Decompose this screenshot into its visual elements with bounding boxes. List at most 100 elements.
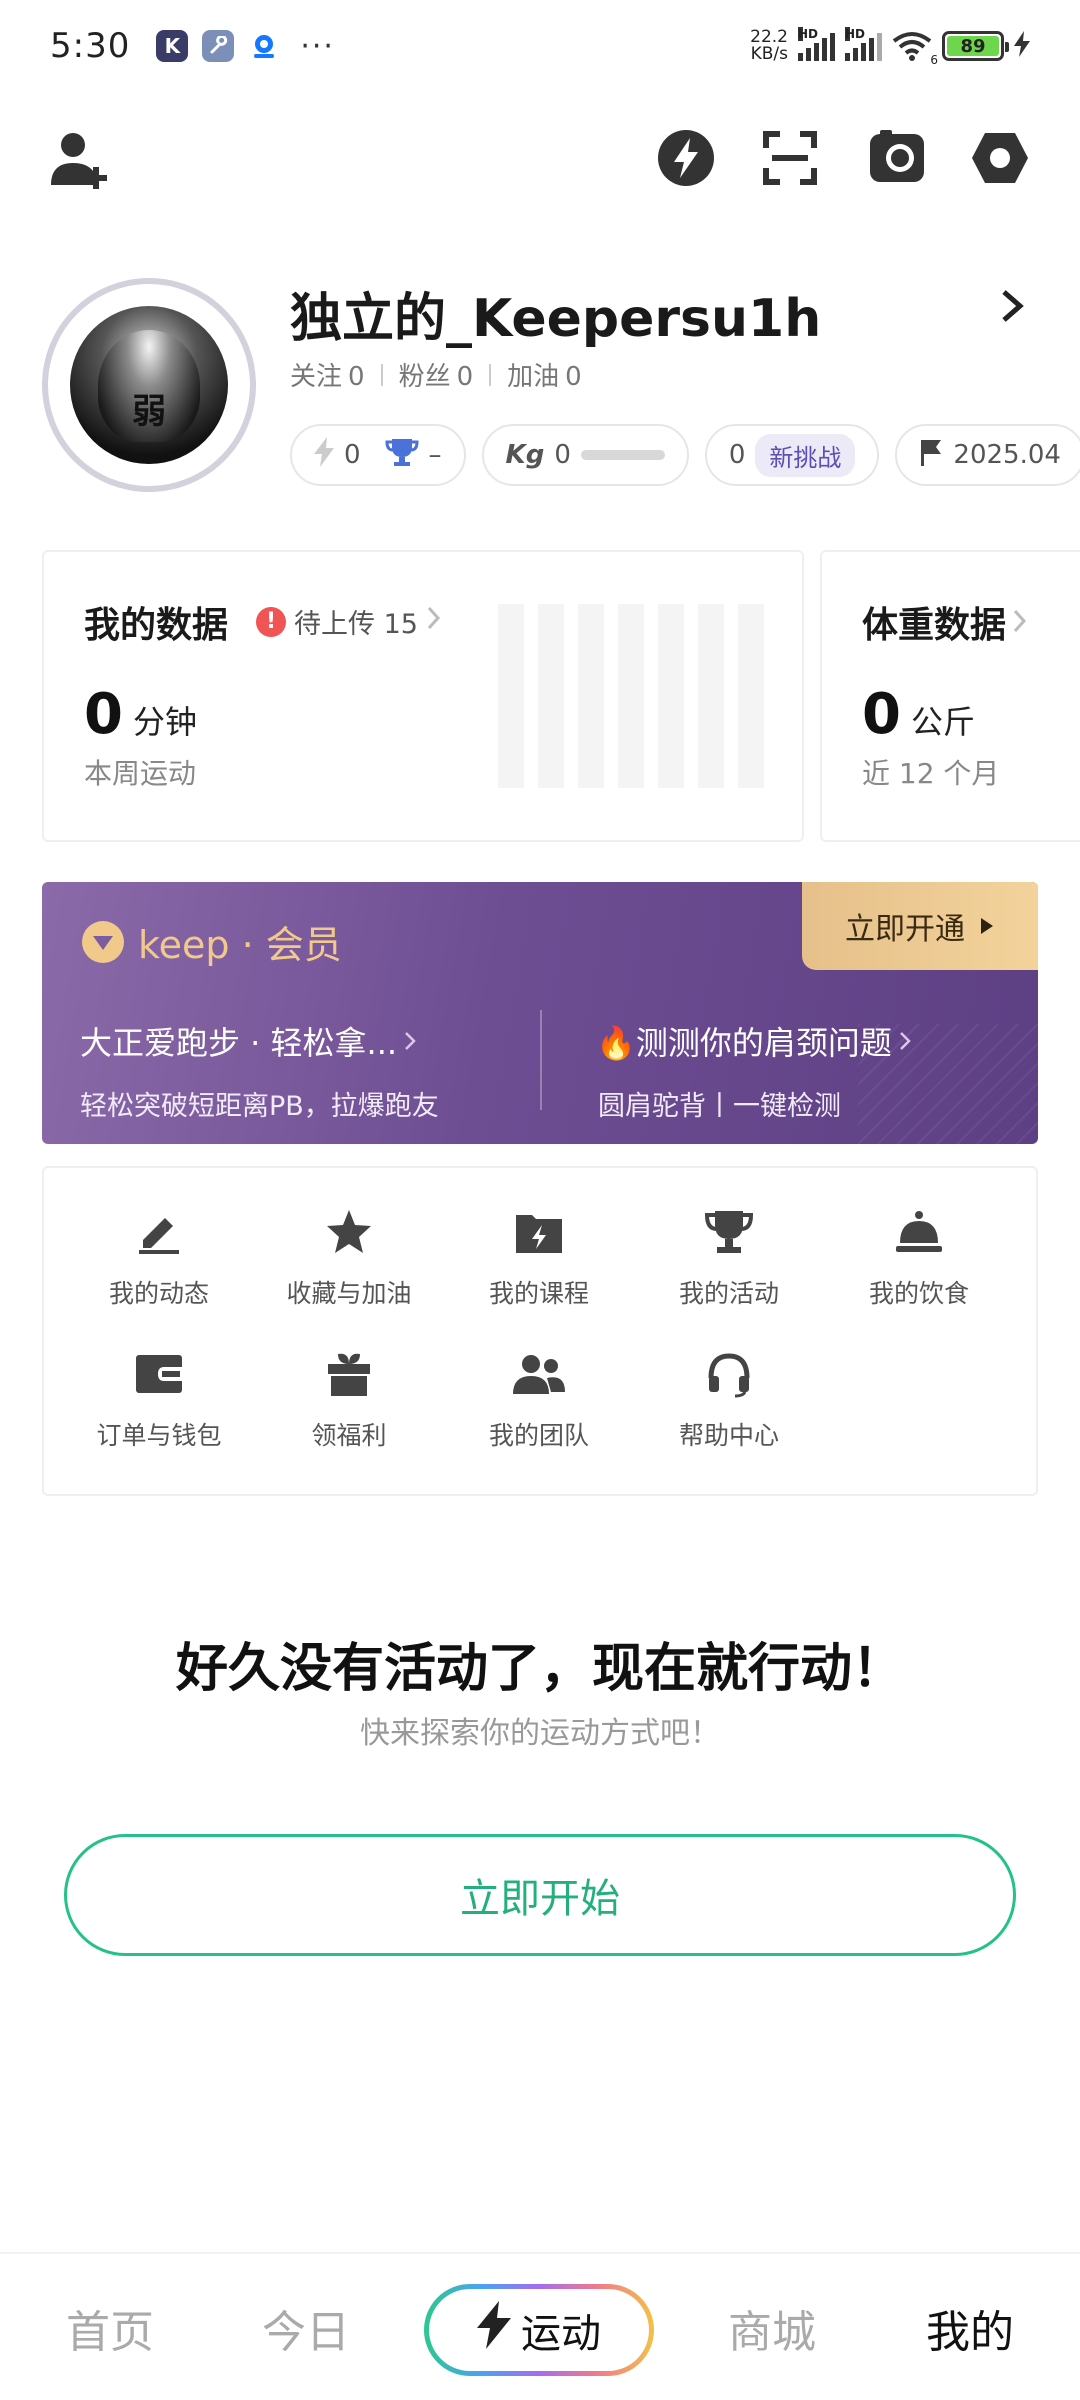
status-right: 22.2 KB/s HD HD 6 89 xyxy=(750,27,1030,67)
menu-label: 帮助中心 xyxy=(678,1421,779,1450)
more-notifications-icon: ··· xyxy=(300,28,335,64)
day-bar xyxy=(658,604,684,788)
weight-chip[interactable]: Kg 0 xyxy=(481,424,689,486)
energy-value: 0 xyxy=(344,440,361,470)
lightning-icon[interactable] xyxy=(652,124,720,192)
open-membership-button[interactable]: 立即开通 xyxy=(802,882,1038,970)
edit-icon xyxy=(64,1204,254,1260)
menu-label: 我的活动 xyxy=(678,1279,779,1308)
battery-level: 89 xyxy=(947,36,999,57)
keep-member-logo: keep · 会员 xyxy=(82,914,342,969)
weight-data-card[interactable]: 体重数据 0 公斤 近 12 个月 xyxy=(820,550,1080,842)
divider xyxy=(380,363,383,386)
flag-icon xyxy=(919,438,943,473)
net-speed-unit: KB/s xyxy=(750,44,788,64)
alipay-notification-icon xyxy=(248,30,281,62)
menu-label: 我的动态 xyxy=(108,1279,209,1308)
day-bar xyxy=(698,604,724,788)
promo-left-subtitle: 轻松突破短距离PB，拉爆跑友 xyxy=(80,1091,439,1122)
menu-help-center[interactable]: 帮助中心 xyxy=(634,1346,824,1452)
weekly-minutes-label: 本周运动 xyxy=(84,757,197,790)
tab-today[interactable]: 今日 xyxy=(236,2254,376,2400)
wallet-icon xyxy=(64,1346,254,1402)
weight-unit: 公斤 xyxy=(910,703,975,741)
start-now-button[interactable]: 立即开始 xyxy=(64,1834,1016,1956)
menu-label: 我的团队 xyxy=(488,1421,589,1450)
weight-progress xyxy=(580,450,665,460)
menu-label: 订单与钱包 xyxy=(96,1421,222,1450)
headset-icon xyxy=(634,1346,824,1402)
profile-chips: 0 – Kg 0 0 新挑战 2025.04 xyxy=(290,424,1080,486)
keep-app-notification-icon: K xyxy=(156,30,189,62)
menu-label: 我的饮食 xyxy=(868,1279,969,1308)
weight-period-label: 近 12 个月 xyxy=(862,757,1000,790)
chevron-right-icon xyxy=(426,605,442,638)
tab-home[interactable]: 首页 xyxy=(40,2254,180,2400)
username[interactable]: 独立的_Keepersu1h xyxy=(290,276,821,351)
tab-mine[interactable]: 我的 xyxy=(900,2254,1040,2400)
bottom-nav: 首页 今日 运动 商城 我的 xyxy=(0,2252,1080,2400)
settings-icon[interactable] xyxy=(966,124,1034,192)
add-friend-icon[interactable] xyxy=(44,124,114,194)
day-bar xyxy=(578,604,604,788)
divider xyxy=(540,1010,542,1110)
promo-left-title[interactable]: 大正爱跑步 · 轻松拿... xyxy=(80,1018,417,1064)
menu-my-activities[interactable]: 我的活动 xyxy=(634,1204,824,1310)
status-bar: 5:30 K ··· 22.2 KB/s HD HD 6 89 xyxy=(0,0,1080,92)
top-action-bar xyxy=(0,118,1080,198)
menu-my-team[interactable]: 我的团队 xyxy=(444,1346,634,1452)
camera-icon[interactable] xyxy=(862,122,932,192)
tab-mall[interactable]: 商城 xyxy=(702,2254,842,2400)
day-bar xyxy=(538,604,564,788)
weight-data-title: 体重数据 xyxy=(862,605,1007,646)
weight-number: 0 xyxy=(862,682,901,747)
challenge-chip[interactable]: 0 新挑战 xyxy=(704,424,880,486)
menu-my-diet[interactable]: 我的饮食 xyxy=(824,1204,1014,1310)
signal-1-icon: HD xyxy=(798,27,835,61)
charging-icon xyxy=(1014,31,1030,61)
energy-trophy-chip[interactable]: 0 – xyxy=(290,424,466,486)
network-speed: 22.2 KB/s xyxy=(750,29,788,63)
menu-my-posts[interactable]: 我的动态 xyxy=(64,1204,254,1310)
menu-my-courses[interactable]: 我的课程 xyxy=(444,1204,634,1310)
social-stats: 关注 0 粉丝 0 加油 0 xyxy=(290,356,582,393)
avatar-text: 弱 xyxy=(132,392,166,432)
menu-orders-wallet[interactable]: 订单与钱包 xyxy=(64,1346,254,1452)
pending-upload-label: 待上传 15 xyxy=(294,609,418,640)
member-badge-icon xyxy=(82,920,124,963)
new-challenge-tag: 新挑战 xyxy=(755,433,856,477)
tab-sport[interactable]: 运动 xyxy=(424,2284,654,2376)
scan-icon[interactable] xyxy=(756,124,824,192)
fans-count[interactable]: 粉丝 0 xyxy=(399,356,474,393)
notification-icons: K ··· xyxy=(156,29,335,64)
hd-label: HD xyxy=(798,27,819,41)
following-count[interactable]: 关注 0 xyxy=(290,356,365,393)
battery-icon: 89 xyxy=(942,31,1009,61)
empty-state-subtitle: 快来探索你的运动方式吧！ xyxy=(360,1716,720,1751)
pending-upload[interactable]: ! 待上传 15 xyxy=(256,602,442,641)
menu-label: 我的课程 xyxy=(488,1279,589,1308)
gift-icon xyxy=(254,1346,444,1402)
day-bar xyxy=(738,604,764,788)
menu-get-benefits[interactable]: 领福利 xyxy=(254,1346,444,1452)
status-time: 5:30 xyxy=(50,26,131,66)
sport-button-inner: 运动 xyxy=(429,2289,649,2371)
wifi-icon: 6 xyxy=(892,31,938,67)
trophy-icon xyxy=(385,437,419,474)
avatar[interactable]: 弱 xyxy=(42,278,256,492)
chevron-right-icon[interactable] xyxy=(996,286,1030,330)
promo-right-title[interactable]: 🔥测测你的肩颈问题 xyxy=(596,1018,912,1064)
tools-notification-icon xyxy=(202,30,235,62)
menu-favorites[interactable]: 收藏与加油 xyxy=(254,1204,444,1310)
kg-icon: Kg xyxy=(505,440,545,470)
cheer-count[interactable]: 加油 0 xyxy=(507,356,582,393)
member-logo-text: keep · 会员 xyxy=(138,923,342,967)
membership-banner[interactable]: keep · 会员 立即开通 大正爱跑步 · 轻松拿... 轻松突破短距离PB，… xyxy=(42,882,1038,1144)
signal-2-icon: HD xyxy=(845,27,882,61)
promo-right-title-text: 🔥测测你的肩颈问题 xyxy=(596,1024,892,1062)
date-chip[interactable]: 2025.04 xyxy=(895,424,1080,486)
day-bar xyxy=(618,604,644,788)
divider xyxy=(489,363,492,386)
my-data-card[interactable]: 我的数据 ! 待上传 15 0 分钟 本周运动 xyxy=(42,550,804,842)
chevron-right-icon xyxy=(1012,602,1028,643)
